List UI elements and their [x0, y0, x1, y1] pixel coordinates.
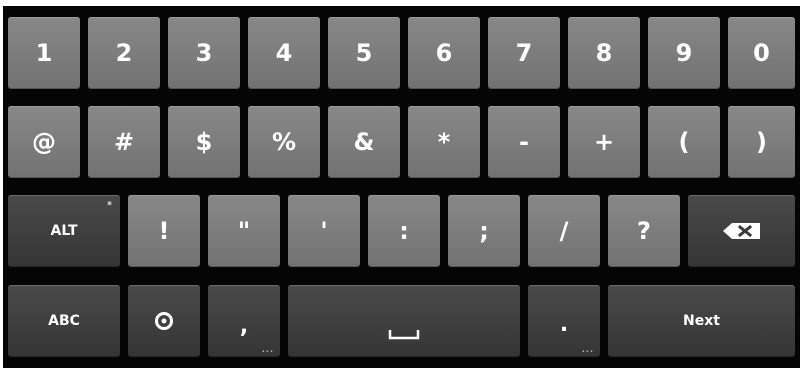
- abc-key[interactable]: ABC: [8, 285, 120, 357]
- key-label: ALT: [50, 223, 78, 239]
- key-label: ?: [637, 217, 651, 245]
- key-single-quote[interactable]: ': [288, 195, 360, 267]
- key-7[interactable]: 7: [488, 17, 560, 89]
- key-label: 0: [753, 39, 770, 67]
- key-open-paren[interactable]: (: [648, 106, 720, 178]
- key-0[interactable]: 0: [728, 17, 795, 89]
- key-label: 2: [115, 39, 133, 67]
- key-plus[interactable]: +: [568, 106, 640, 178]
- key-period[interactable]: . ...: [528, 285, 600, 357]
- key-minus[interactable]: -: [488, 106, 560, 178]
- key-label: ABC: [48, 313, 80, 329]
- key-label: 1: [35, 39, 53, 67]
- more-hint: ...: [261, 345, 274, 354]
- gear-icon: [155, 312, 173, 330]
- space-key[interactable]: [288, 285, 520, 357]
- key-label: 4: [275, 39, 293, 67]
- key-3[interactable]: 3: [168, 17, 240, 89]
- settings-key[interactable]: [128, 285, 200, 357]
- key-1[interactable]: 1: [8, 17, 80, 89]
- alt-key[interactable]: ALT ▪: [8, 195, 120, 267]
- key-9[interactable]: 9: [648, 17, 720, 89]
- key-8[interactable]: 8: [568, 17, 640, 89]
- key-hash[interactable]: #: [88, 106, 160, 178]
- key-2[interactable]: 2: [88, 17, 160, 89]
- backspace-icon: [722, 223, 760, 239]
- key-percent[interactable]: %: [248, 106, 320, 178]
- key-comma[interactable]: , ...: [208, 285, 280, 357]
- key-label: Next: [683, 313, 720, 329]
- key-label: %: [271, 128, 297, 156]
- space-icon: [388, 330, 420, 340]
- key-double-quote[interactable]: ": [208, 195, 280, 267]
- key-label: #: [113, 128, 135, 156]
- key-label: /: [559, 217, 569, 245]
- key-label: ;: [479, 217, 489, 245]
- key-dollar[interactable]: $: [168, 106, 240, 178]
- key-label: 9: [675, 39, 693, 67]
- key-label: 8: [595, 39, 613, 67]
- key-6[interactable]: 6: [408, 17, 480, 89]
- key-label: :: [399, 217, 409, 245]
- more-hint: ...: [581, 345, 594, 354]
- key-label: +: [593, 128, 615, 156]
- key-label: !: [158, 217, 170, 245]
- key-label: 5: [355, 39, 373, 67]
- key-label: ,: [239, 313, 249, 339]
- key-slash[interactable]: /: [528, 195, 600, 267]
- key-label: 3: [195, 39, 213, 67]
- keyboard: 1 2 3 4 5 6 7 8 9 0 @ # $ % & * - + ( ) …: [3, 6, 800, 368]
- key-label: .: [559, 311, 569, 337]
- key-label: *: [437, 128, 451, 156]
- key-label: ": [237, 217, 251, 245]
- key-asterisk[interactable]: *: [408, 106, 480, 178]
- key-label: 6: [435, 39, 453, 67]
- key-label: ': [320, 217, 328, 245]
- key-ampersand[interactable]: &: [328, 106, 400, 178]
- next-key[interactable]: Next: [608, 285, 795, 357]
- backspace-key[interactable]: [688, 195, 795, 267]
- key-semicolon[interactable]: ;: [448, 195, 520, 267]
- key-4[interactable]: 4: [248, 17, 320, 89]
- key-label: (: [678, 128, 690, 156]
- key-at[interactable]: @: [8, 106, 80, 178]
- key-label: ): [756, 128, 767, 156]
- key-colon[interactable]: :: [368, 195, 440, 267]
- key-close-paren[interactable]: ): [728, 106, 795, 178]
- key-5[interactable]: 5: [328, 17, 400, 89]
- key-label: &: [353, 128, 375, 156]
- alt-indicator-dot: ▪: [107, 199, 112, 207]
- key-label: -: [519, 128, 529, 156]
- key-exclamation[interactable]: !: [128, 195, 200, 267]
- key-label: @: [32, 128, 56, 156]
- key-question[interactable]: ?: [608, 195, 680, 267]
- key-label: 7: [515, 39, 533, 67]
- key-label: $: [195, 128, 213, 156]
